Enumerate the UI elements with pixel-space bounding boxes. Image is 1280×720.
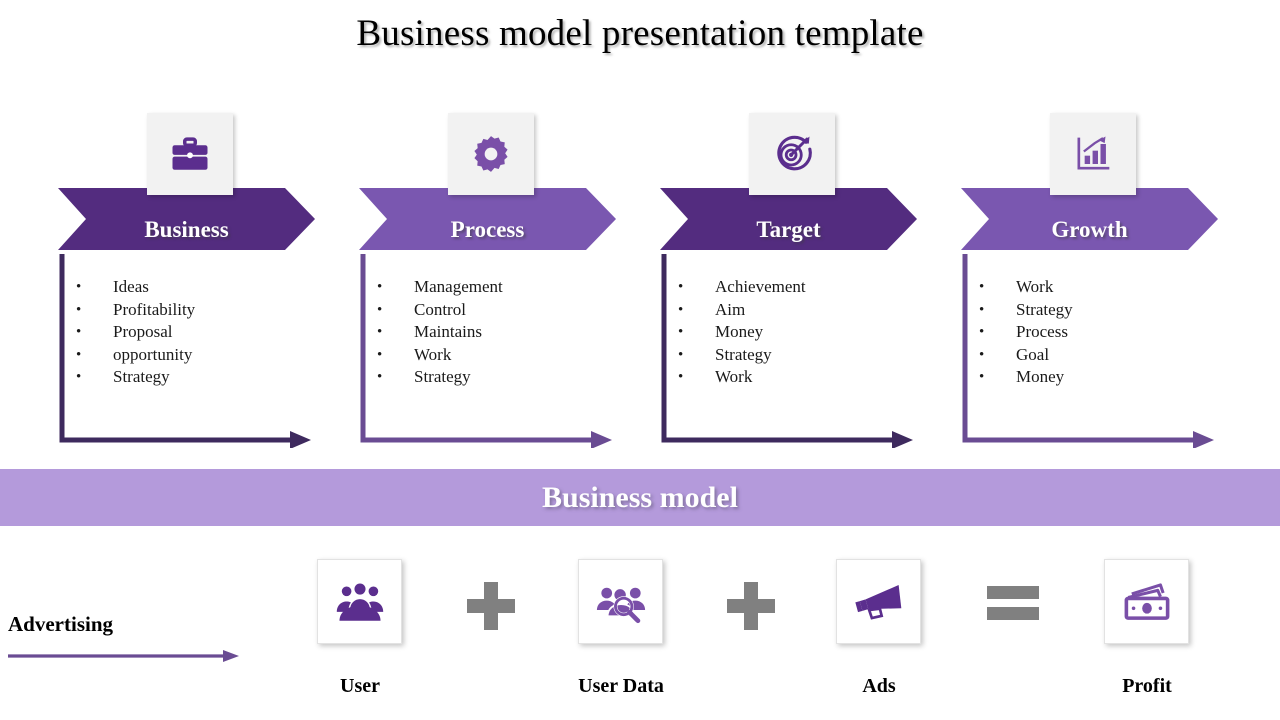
list-item: Aim bbox=[670, 299, 806, 322]
equals-icon bbox=[987, 586, 1039, 620]
list-item: Strategy bbox=[369, 366, 503, 389]
stage-chevron bbox=[359, 188, 616, 250]
stage-bullets-wrap: Management Control Maintains Work Strate… bbox=[359, 254, 616, 448]
stage-bullet-list: Work Strategy Process Goal Money bbox=[971, 276, 1073, 389]
stage-bullet-list: Ideas Profitability Proposal opportunity… bbox=[68, 276, 195, 389]
list-item: Process bbox=[971, 321, 1073, 344]
bar-chart-growth-icon bbox=[1077, 136, 1110, 170]
stage-bullets-wrap: Ideas Profitability Proposal opportunity… bbox=[58, 254, 315, 448]
stage-chevron bbox=[58, 188, 315, 250]
stage-business[interactable]: Business Ideas Profitability Proposal op… bbox=[58, 113, 360, 448]
user-icon-card[interactable] bbox=[317, 559, 402, 644]
stage-bullets-wrap: Work Strategy Process Goal Money bbox=[961, 254, 1218, 448]
user-data-icon-card[interactable] bbox=[578, 559, 663, 644]
list-item: Maintains bbox=[369, 321, 503, 344]
megaphone-icon bbox=[854, 584, 901, 620]
stage-growth[interactable]: Growth Work Strategy Process Goal Money bbox=[961, 113, 1263, 448]
user-label: User bbox=[340, 675, 380, 697]
list-item: Proposal bbox=[68, 321, 195, 344]
user-data-label: User Data bbox=[578, 675, 664, 697]
stage-bullet-list: Achievement Aim Money Strategy Work bbox=[670, 276, 806, 389]
list-item: Money bbox=[670, 321, 806, 344]
list-item: Strategy bbox=[68, 366, 195, 389]
stage-target[interactable]: Target Achievement Aim Money Strategy Wo… bbox=[660, 113, 962, 448]
advertising-group: Advertising bbox=[8, 612, 243, 662]
list-item: Work bbox=[369, 344, 503, 367]
list-item: Ideas bbox=[68, 276, 195, 299]
plus-icon bbox=[727, 582, 775, 630]
list-item: Goal bbox=[971, 344, 1073, 367]
page-title: Business model presentation template bbox=[356, 13, 924, 54]
briefcase-icon-card bbox=[147, 113, 233, 195]
list-item: Strategy bbox=[971, 299, 1073, 322]
bar-chart-growth-icon-card bbox=[1050, 113, 1136, 195]
target-icon bbox=[777, 135, 812, 171]
profit-icon-card[interactable] bbox=[1104, 559, 1189, 644]
list-item: Control bbox=[369, 299, 503, 322]
list-item: Work bbox=[971, 276, 1073, 299]
stage-bullet-list: Management Control Maintains Work Strate… bbox=[369, 276, 503, 389]
gear-icon bbox=[474, 136, 508, 172]
equals-operator bbox=[985, 580, 1041, 631]
plus-operator-2 bbox=[725, 580, 777, 637]
list-item: Money bbox=[971, 366, 1073, 389]
business-model-banner: Business model bbox=[0, 469, 1280, 526]
list-item: Strategy bbox=[670, 344, 806, 367]
profit-label: Profit bbox=[1122, 675, 1172, 697]
list-item: opportunity bbox=[68, 344, 195, 367]
user-search-icon bbox=[596, 586, 645, 623]
plus-operator-1 bbox=[465, 580, 517, 637]
users-group-icon bbox=[336, 583, 383, 621]
list-item: Achievement bbox=[670, 276, 806, 299]
banknotes-icon bbox=[1124, 582, 1169, 620]
list-item: Profitability bbox=[68, 299, 195, 322]
stage-chevron bbox=[660, 188, 917, 250]
stage-bullets-wrap: Achievement Aim Money Strategy Work bbox=[660, 254, 917, 448]
ads-label: Ads bbox=[862, 675, 896, 697]
list-item: Work bbox=[670, 366, 806, 389]
stage-process[interactable]: Process Management Control Maintains Wor… bbox=[359, 113, 661, 448]
stage-chevron bbox=[961, 188, 1218, 250]
briefcase-icon bbox=[172, 137, 208, 170]
plus-icon bbox=[467, 582, 515, 630]
target-icon-card bbox=[749, 113, 835, 195]
banner-title: Business model bbox=[542, 480, 738, 514]
ads-icon-card[interactable] bbox=[836, 559, 921, 644]
advertising-label: Advertising bbox=[8, 612, 113, 636]
stages-row: Business Ideas Profitability Proposal op… bbox=[0, 113, 1280, 448]
advertising-arrow-icon bbox=[8, 650, 239, 662]
list-item: Management bbox=[369, 276, 503, 299]
business-model-equation: Advertising User User Data Ads Profit bbox=[0, 550, 1280, 720]
gear-icon-card bbox=[448, 113, 534, 195]
